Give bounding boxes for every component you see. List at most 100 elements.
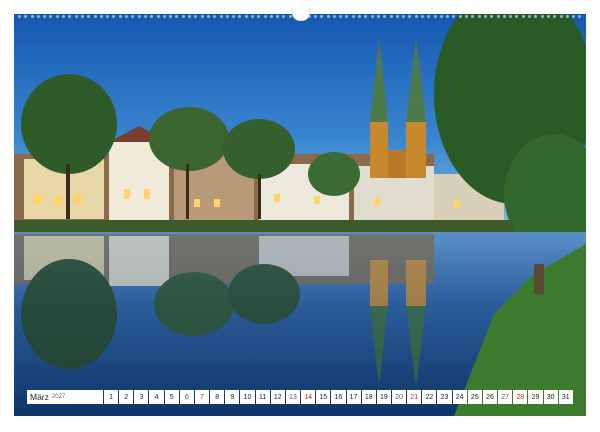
binding-loop [402, 14, 406, 18]
binding-loop [414, 14, 418, 18]
binding-loop [553, 14, 557, 18]
binding-loop [225, 14, 229, 18]
calendar-day: 1 [104, 390, 119, 404]
binding-loop [87, 14, 91, 18]
binding-loop [534, 14, 538, 18]
calendar-day: 25 [467, 390, 482, 404]
binding-loop [433, 14, 437, 18]
calendar-day: 29 [528, 390, 543, 404]
calendar-day: 11 [255, 390, 270, 404]
binding-loop [395, 14, 399, 18]
month-name: März [30, 392, 49, 402]
binding-loop [250, 14, 254, 18]
binding-loop [389, 14, 393, 18]
binding-loop [194, 14, 198, 18]
binding-loop [150, 14, 154, 18]
binding-loop [282, 14, 286, 18]
binding-loop [62, 14, 66, 18]
binding-loop [515, 14, 519, 18]
binding-loop [156, 14, 160, 18]
calendar-day: 10 [240, 390, 255, 404]
binding-loop [106, 14, 110, 18]
binding-loop [169, 14, 173, 18]
binding-loop [458, 14, 462, 18]
binding-loop [502, 14, 506, 18]
binding-loop [232, 14, 236, 18]
calendar-day: 19 [376, 390, 391, 404]
calendar-day: 13 [285, 390, 301, 404]
binding-loop [112, 14, 116, 18]
calendar-day: 17 [346, 390, 361, 404]
binding-loop [559, 14, 563, 18]
binding-loop [238, 14, 242, 18]
binding-loop [358, 14, 362, 18]
calendar-day: 12 [270, 390, 285, 404]
binding-loop [339, 14, 343, 18]
binding-loop [471, 14, 475, 18]
binding-loop [351, 14, 355, 18]
calendar-day: 5 [164, 390, 179, 404]
binding-loop [528, 14, 532, 18]
calendar-day: 27 [498, 390, 513, 404]
binding-loop [320, 14, 324, 18]
binding-loop [269, 14, 273, 18]
binding-loop [188, 14, 192, 18]
binding-loop [143, 14, 147, 18]
binding-loop [99, 14, 103, 18]
binding-loop [213, 14, 217, 18]
month-label: März 2027 [27, 390, 103, 404]
binding-loop [465, 14, 469, 18]
binding-loop [93, 14, 97, 18]
binding-loop [36, 14, 40, 18]
calendar-photo [14, 14, 586, 416]
binding-loop [18, 14, 21, 18]
binding-loop [137, 14, 141, 18]
binding-loop [439, 14, 443, 18]
binding-loop [118, 14, 122, 18]
binding-loop [125, 14, 129, 18]
binding-loop [408, 14, 412, 18]
binding-loop [68, 14, 72, 18]
binding-loop [578, 14, 582, 18]
wooden-post [534, 264, 544, 294]
riverbank [14, 220, 514, 234]
binding-loop [572, 14, 576, 18]
binding-loop [496, 14, 500, 18]
calendar-day: 9 [225, 390, 240, 404]
binding-loop [206, 14, 210, 18]
binding-loop [477, 14, 481, 18]
calendar-day: 20 [391, 390, 407, 404]
calendar-day: 15 [316, 390, 331, 404]
calendar-day: 24 [452, 390, 467, 404]
binding-loop [276, 14, 280, 18]
binding-loop [30, 14, 34, 18]
calendar-day: 26 [482, 390, 498, 404]
calendar-day: 6 [179, 390, 194, 404]
calendar-day: 3 [134, 390, 149, 404]
lubeck-cathedral-scene [14, 14, 586, 416]
binding-loop [364, 14, 368, 18]
calendar-day: 21 [407, 390, 422, 404]
binding-loop [175, 14, 179, 18]
binding-loop [427, 14, 431, 18]
binding-loop [521, 14, 525, 18]
calendar-day: 22 [422, 390, 437, 404]
binding-loop [257, 14, 261, 18]
binding-loop [55, 14, 59, 18]
binding-loop [565, 14, 569, 18]
binding-loop [131, 14, 135, 18]
calendar-day: 23 [437, 390, 452, 404]
calendar-day: 31 [558, 390, 573, 404]
binding-loop [376, 14, 380, 18]
binding-loop [313, 14, 317, 18]
binding-loop [219, 14, 223, 18]
calendar-day: 28 [513, 390, 528, 404]
binding-loop [80, 14, 84, 18]
binding-loop [490, 14, 494, 18]
calendar-day: 14 [301, 390, 316, 404]
binding-loop [446, 14, 450, 18]
binding-loop [181, 14, 185, 18]
binding-loop [43, 14, 47, 18]
binding-loop [332, 14, 336, 18]
binding-loop [49, 14, 53, 18]
